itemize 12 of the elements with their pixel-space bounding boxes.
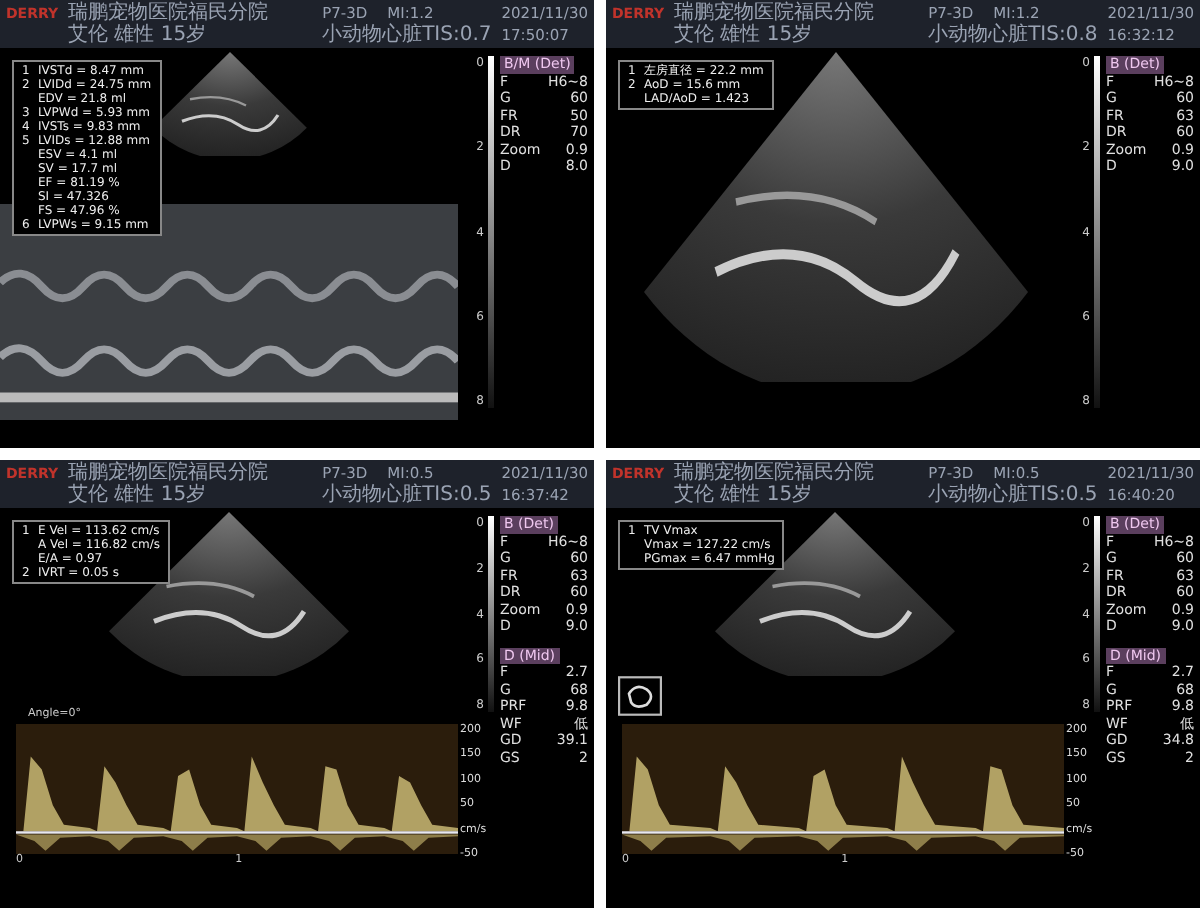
patient-info: 艾伦 雄性 15岁 xyxy=(68,24,209,46)
preset-label: 小动物心脏TIS:0.7 xyxy=(322,24,492,46)
hospital-name: 瑞鹏宠物医院福民分院 xyxy=(674,462,877,484)
patient-info: 艾伦 雄性 15岁 xyxy=(674,484,815,506)
hospital-name: 瑞鹏宠物医院福民分院 xyxy=(68,2,271,24)
preset-label: 小动物心脏TIS:0.5 xyxy=(322,484,492,506)
hospital-name: 瑞鹏宠物医院福民分院 xyxy=(674,2,877,24)
patient-info: 艾伦 雄性 15岁 xyxy=(68,484,209,506)
preset-label: 小动物心脏TIS:0.5 xyxy=(928,484,1098,506)
hospital-name: 瑞鹏宠物医院福民分院 xyxy=(68,462,271,484)
patient-info: 艾伦 雄性 15岁 xyxy=(674,24,815,46)
preset-label: 小动物心脏TIS:0.8 xyxy=(928,24,1098,46)
